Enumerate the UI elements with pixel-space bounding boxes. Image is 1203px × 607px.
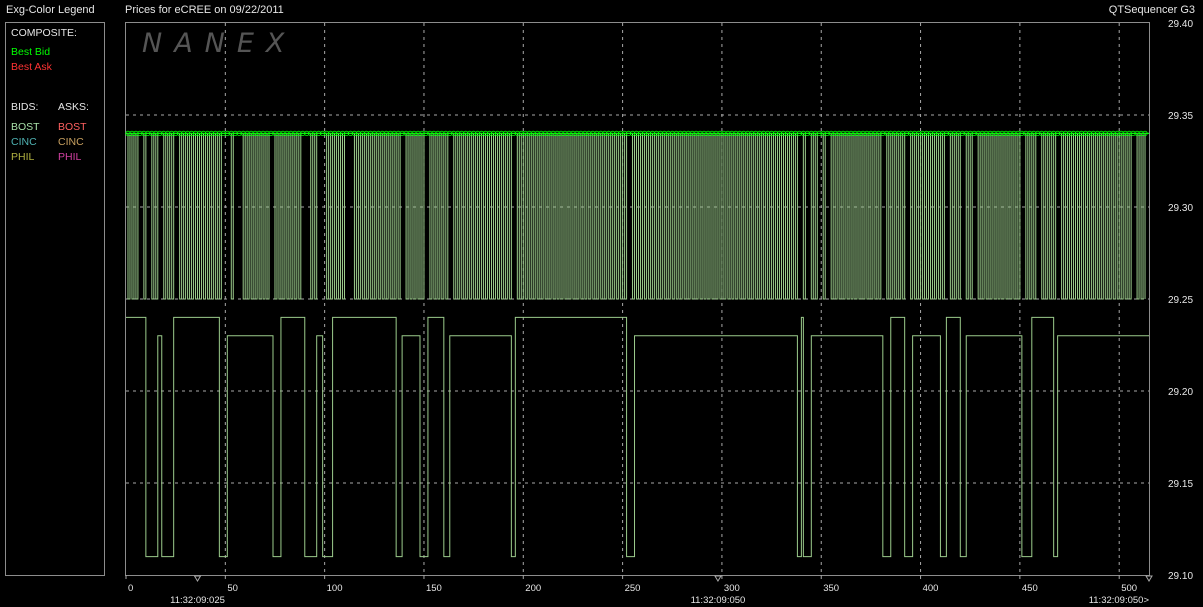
y-tick-label: 29.35: [1168, 111, 1193, 122]
axis-ticks: 0 50 100 150 200 250 300 350 400 450 500 29.10 29.15…: [125, 19, 1193, 606]
y-tick-label: 29.30: [1168, 203, 1193, 214]
x-tick-label: 350: [823, 583, 839, 594]
time-marker: [1145, 575, 1153, 582]
y-tick-label: 29.25: [1168, 295, 1193, 306]
time-label: 11:32:09:050>: [1089, 595, 1150, 606]
lower-series: [126, 316, 1149, 558]
y-tick-label: 29.15: [1168, 479, 1193, 490]
price-chart: 0 50 100 150 200 250 300 350 400 450 500 29.10 29.15…: [125, 19, 1193, 606]
x-tick-label: 150: [426, 583, 442, 594]
x-tick-label: 0: [128, 583, 133, 594]
lower-series-line: [126, 316, 1149, 558]
x-tick-label: 400: [923, 583, 939, 594]
x-tick-label: 450: [1022, 583, 1038, 594]
x-tick-label: 300: [724, 583, 740, 594]
time-label: 11:32:09:050: [691, 595, 746, 606]
x-tick-label: 100: [327, 583, 343, 594]
upper-series: [125, 130, 1149, 300]
y-tick-label: 29.20: [1168, 387, 1193, 398]
x-tick-label: 200: [525, 583, 541, 594]
upper-series-line: [126, 132, 1149, 300]
x-tick-label: 500: [1121, 583, 1137, 594]
x-tick-label: 250: [625, 583, 641, 594]
time-marker: [714, 575, 722, 582]
nanex-watermark: NANEX: [142, 28, 296, 59]
time-label: 11:32:09:025: [170, 595, 225, 606]
x-tick-label: 50: [227, 583, 238, 594]
y-tick-label: 29.40: [1168, 19, 1193, 30]
time-marker: [193, 575, 202, 582]
y-tick-label: 29.10: [1168, 571, 1193, 582]
